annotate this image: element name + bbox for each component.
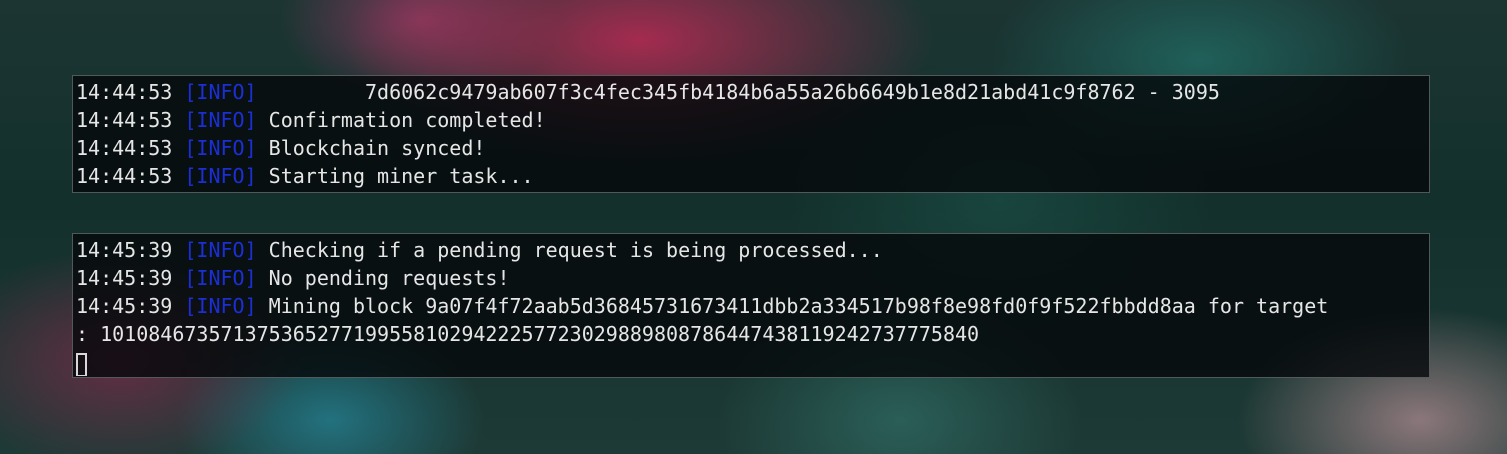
terminal-pane-bottom[interactable]: 14:45:39 [INFO] Checking if a pending re… <box>72 233 1430 378</box>
log-line: 14:45:39 [INFO] No pending requests! <box>76 264 1429 292</box>
log-level: [INFO] <box>184 238 257 262</box>
log-timestamp: 14:44:53 <box>76 108 173 132</box>
log-timestamp: 14:45:39 <box>76 294 173 318</box>
log-timestamp: 14:44:53 <box>76 80 173 104</box>
log-line: 14:44:53 [INFO] Starting miner task... <box>76 162 1429 190</box>
log-level: [INFO] <box>184 266 257 290</box>
log-level: [INFO] <box>184 164 257 188</box>
log-line-continuation: : 10108467357137536527719955810294222577… <box>76 320 1429 348</box>
terminal-pane-top[interactable]: 14:44:53 [INFO] 7d6062c9479ab607f3c4fec3… <box>72 75 1430 193</box>
log-line: 14:44:53 [INFO] Confirmation completed! <box>76 106 1429 134</box>
log-level: [INFO] <box>184 108 257 132</box>
log-line: 14:44:53 [INFO] 7d6062c9479ab607f3c4fec3… <box>76 78 1429 106</box>
log-message: : 10108467357137536527719955810294222577… <box>76 322 980 346</box>
prompt-line[interactable] <box>76 348 1429 376</box>
log-message: Starting miner task... <box>268 164 534 188</box>
log-message: Checking if a pending request is being p… <box>268 238 883 262</box>
log-message: Confirmation completed! <box>268 108 546 132</box>
terminal-cursor[interactable] <box>76 352 87 376</box>
log-level: [INFO] <box>184 80 257 104</box>
log-line: 14:45:39 [INFO] Checking if a pending re… <box>76 236 1429 264</box>
log-message: 7d6062c9479ab607f3c4fec345fb4184b6a55a26… <box>268 80 1220 104</box>
log-timestamp: 14:44:53 <box>76 136 173 160</box>
log-timestamp: 14:45:39 <box>76 266 173 290</box>
log-level: [INFO] <box>184 294 257 318</box>
log-level: [INFO] <box>184 136 257 160</box>
log-message: Blockchain synced! <box>268 136 486 160</box>
log-message: Mining block 9a07f4f72aab5d3684573167341… <box>268 294 1329 318</box>
log-timestamp: 14:45:39 <box>76 238 173 262</box>
log-message: No pending requests! <box>268 266 510 290</box>
log-line: 14:44:53 [INFO] Blockchain synced! <box>76 134 1429 162</box>
log-timestamp: 14:44:53 <box>76 164 173 188</box>
log-line: 14:45:39 [INFO] Mining block 9a07f4f72aa… <box>76 292 1429 320</box>
